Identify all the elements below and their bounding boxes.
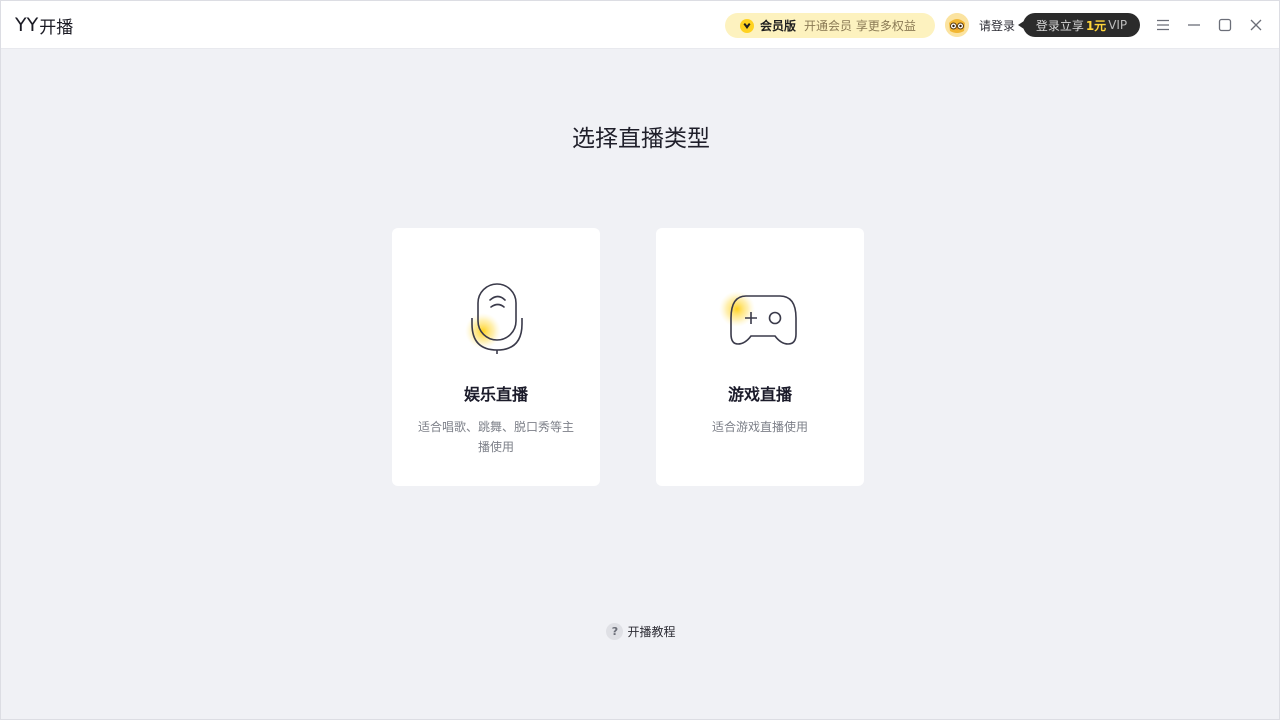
card-description: 适合游戏直播使用 (711, 420, 808, 434)
app-window: YY 开播 会员版 开通会员 享更多权益 请登录 登录立享 1元 VIP 选择直… (0, 0, 1280, 720)
avatar[interactable] (945, 13, 969, 37)
gamepad-icon (719, 291, 797, 345)
login-promo-badge[interactable]: 登录立享 1元 VIP (1018, 13, 1140, 37)
vip-description: 开通会员 享更多权益 (804, 19, 916, 33)
maximize-button[interactable] (1215, 15, 1235, 35)
minimize-button[interactable] (1184, 15, 1204, 35)
logo-yy-text: YY (15, 14, 39, 36)
minimize-icon (1188, 24, 1200, 26)
close-icon (1250, 19, 1262, 31)
promo-suffix: VIP (1108, 18, 1128, 32)
promo-prefix: 登录立享 (1035, 18, 1084, 33)
page-title: 选择直播类型 (572, 126, 710, 152)
close-button[interactable] (1246, 15, 1266, 35)
login-link[interactable]: 请登录 (979, 17, 1015, 34)
vip-title: 会员版 (760, 19, 797, 33)
logo-cn-text: 开播 (39, 17, 74, 38)
app-logo: YY 开播 (15, 13, 74, 38)
vip-heart-icon (740, 18, 754, 33)
question-icon: ? (606, 623, 624, 640)
help-footer: ? 开播教程 (1, 623, 1280, 640)
menu-icon (1157, 19, 1169, 31)
menu-button[interactable] (1153, 15, 1173, 35)
card-description: 适合唱歌、跳舞、脱口秀等主播使用 (417, 420, 574, 454)
entertainment-live-card[interactable]: 娱乐直播 适合唱歌、跳舞、脱口秀等主播使用 (392, 228, 600, 486)
tutorial-label: 开播教程 (627, 625, 676, 639)
card-title: 游戏直播 (727, 385, 792, 404)
owl-avatar-icon (945, 13, 969, 37)
maximize-icon (1218, 18, 1232, 32)
game-live-card[interactable]: 游戏直播 适合游戏直播使用 (656, 228, 864, 486)
microphone-icon (465, 283, 523, 354)
vip-banner-button[interactable]: 会员版 开通会员 享更多权益 (725, 13, 935, 38)
tutorial-link[interactable]: ? 开播教程 (606, 623, 676, 640)
card-title: 娱乐直播 (463, 385, 528, 404)
promo-price: 1元 (1085, 18, 1107, 33)
title-bar[interactable]: YY 开播 会员版 开通会员 享更多权益 请登录 登录立享 1元 VIP (1, 1, 1279, 49)
